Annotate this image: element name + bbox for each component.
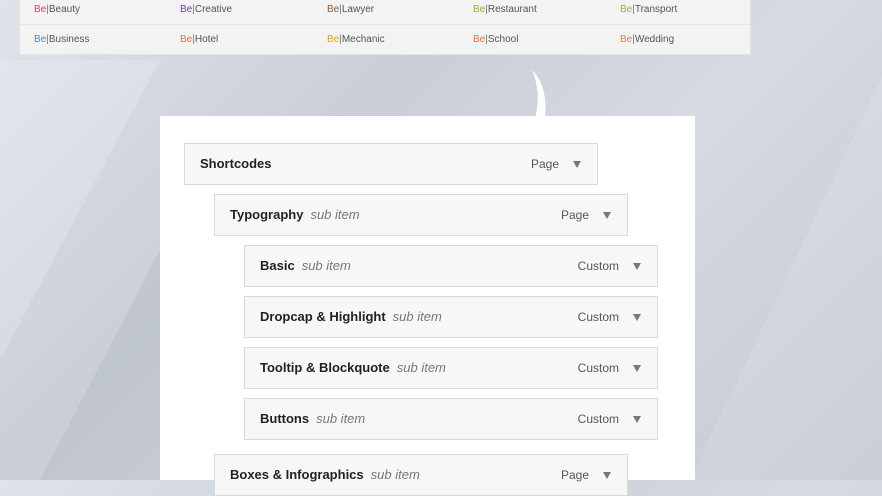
- be-prefix: Be: [34, 34, 47, 45]
- theme-links-row: Be|Beauty Be|Creative Be|Lawyer Be|Resta…: [20, 0, 750, 25]
- background-facet: [690, 60, 882, 480]
- menu-item-label: Buttons: [260, 411, 310, 426]
- be-prefix: Be: [620, 34, 633, 45]
- theme-link-lawyer[interactable]: Be|Lawyer: [327, 4, 374, 15]
- be-prefix: Be: [327, 34, 340, 45]
- theme-link-business[interactable]: Be|Business: [34, 34, 89, 45]
- menu-item-type: Custom: [577, 259, 619, 273]
- theme-name: School: [487, 34, 519, 45]
- menu-item-typography[interactable]: Typography sub item Page: [214, 194, 628, 236]
- theme-name: Restaurant: [487, 4, 537, 15]
- menu-item-type: Custom: [577, 361, 619, 375]
- be-prefix: Be: [327, 4, 340, 15]
- background-facet: [40, 250, 160, 480]
- triangle-down-icon[interactable]: [629, 258, 647, 276]
- sub-item-label: sub item: [310, 207, 360, 222]
- be-prefix: Be: [620, 4, 633, 15]
- sub-item-label: sub item: [392, 309, 442, 324]
- theme-name: Mechanic: [341, 34, 385, 45]
- theme-link-creative[interactable]: Be|Creative: [180, 4, 232, 15]
- theme-name: Lawyer: [341, 4, 375, 15]
- sub-item-label: sub item: [316, 411, 366, 426]
- theme-name: Wedding: [634, 34, 675, 45]
- triangle-down-icon[interactable]: [569, 156, 587, 174]
- callout-pointer: [532, 70, 546, 118]
- be-prefix: Be: [473, 34, 486, 45]
- be-prefix: Be: [34, 4, 47, 15]
- menu-item-type: Custom: [577, 412, 619, 426]
- theme-name: Creative: [194, 4, 233, 15]
- theme-link-wedding[interactable]: Be|Wedding: [620, 34, 674, 45]
- menu-item-title: Buttons sub item: [260, 411, 365, 426]
- be-prefix: Be: [180, 4, 193, 15]
- menu-item-type: Page: [530, 157, 559, 171]
- menu-item-title: Tooltip & Blockquote sub item: [260, 360, 446, 375]
- menu-item-label: Dropcap & Highlight: [260, 309, 386, 324]
- menu-item-label: Shortcodes: [200, 156, 272, 171]
- menu-item-label: Basic: [260, 258, 295, 273]
- be-prefix: Be: [473, 4, 486, 15]
- theme-link-beauty[interactable]: Be|Beauty: [34, 4, 80, 15]
- menu-item-type: Custom: [577, 310, 619, 324]
- theme-link-transport[interactable]: Be|Transport: [620, 4, 677, 15]
- menu-item-dropcap-highlight[interactable]: Dropcap & Highlight sub item Custom: [244, 296, 658, 338]
- triangle-down-icon[interactable]: [599, 467, 617, 485]
- theme-link-restaurant[interactable]: Be|Restaurant: [473, 4, 537, 15]
- theme-name: Transport: [634, 4, 678, 15]
- menu-item-type: Page: [560, 208, 589, 222]
- sub-item-label: sub item: [301, 258, 351, 273]
- menu-item-label: Tooltip & Blockquote: [260, 360, 390, 375]
- menu-item-label: Typography: [230, 207, 304, 222]
- triangle-down-icon[interactable]: [629, 411, 647, 429]
- triangle-down-icon[interactable]: [629, 309, 647, 327]
- triangle-down-icon[interactable]: [599, 207, 617, 225]
- theme-links-bar: Be|Beauty Be|Creative Be|Lawyer Be|Resta…: [19, 0, 751, 55]
- theme-link-school[interactable]: Be|School: [473, 34, 518, 45]
- be-prefix: Be: [180, 34, 193, 45]
- menu-item-basic[interactable]: Basic sub item Custom: [244, 245, 658, 287]
- theme-link-hotel[interactable]: Be|Hotel: [180, 34, 218, 45]
- menu-item-title: Shortcodes: [200, 156, 272, 171]
- theme-name: Hotel: [194, 34, 219, 45]
- theme-links-row: Be|Business Be|Hotel Be|Mechanic Be|Scho…: [20, 28, 750, 54]
- menu-structure-panel: Shortcodes Page Typography sub item Page …: [160, 116, 695, 496]
- theme-name: Beauty: [48, 4, 80, 15]
- menu-item-title: Dropcap & Highlight sub item: [260, 309, 442, 324]
- menu-item-tooltip-blockquote[interactable]: Tooltip & Blockquote sub item Custom: [244, 347, 658, 389]
- menu-item-title: Typography sub item: [230, 207, 360, 222]
- menu-item-title: Basic sub item: [260, 258, 351, 273]
- theme-name: Business: [48, 34, 90, 45]
- menu-item-shortcodes[interactable]: Shortcodes Page: [184, 143, 598, 185]
- theme-link-mechanic[interactable]: Be|Mechanic: [327, 34, 385, 45]
- menu-item-buttons[interactable]: Buttons sub item Custom: [244, 398, 658, 440]
- background-facet: [0, 60, 160, 360]
- sub-item-label: sub item: [396, 360, 446, 375]
- menu-item-boxes-infographics[interactable]: Boxes & Infographics sub item Page: [214, 454, 628, 496]
- triangle-down-icon[interactable]: [629, 360, 647, 378]
